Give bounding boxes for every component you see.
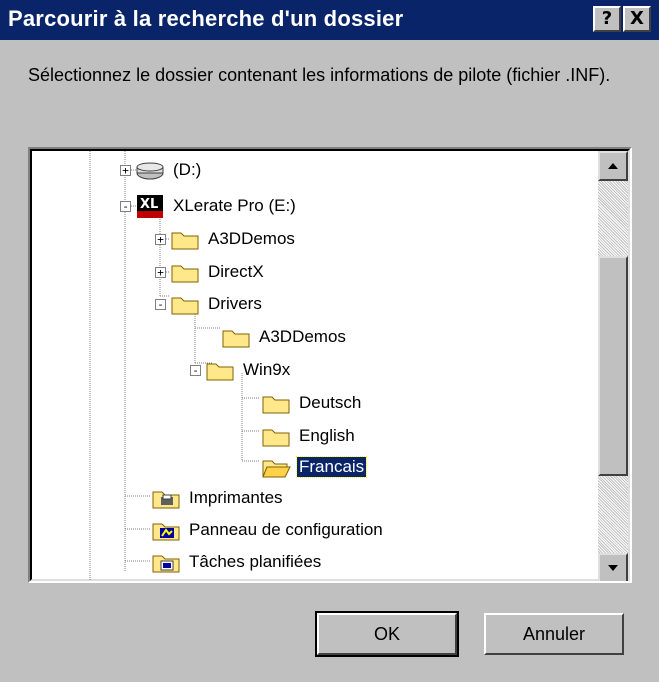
cancel-button[interactable]: Annuler [484, 613, 624, 655]
printers-folder-icon [151, 487, 181, 509]
tree-item[interactable]: Deutsch [261, 389, 363, 417]
scrollbar-thumb[interactable] [598, 256, 628, 476]
collapse-toggle[interactable]: - [155, 298, 166, 310]
arrow-down-icon [608, 565, 618, 571]
tree-item-label: (D:) [173, 160, 202, 179]
folder-icon [205, 359, 235, 381]
folder-icon [170, 261, 200, 283]
folder-icon [170, 228, 200, 250]
ok-button[interactable]: OK [315, 611, 459, 657]
tree-item-label: Tâches planifiées [189, 552, 322, 571]
tree-item[interactable]: - Drivers [155, 290, 264, 318]
folder-tree-viewport: + (D:) - XL XLerate Pro (E:) + A3DDemos … [30, 149, 630, 581]
tree-item[interactable]: + (D:) [120, 156, 203, 184]
tree-item-label: DirectX [208, 262, 264, 281]
tree-item-label: Francais [295, 456, 368, 478]
folder-icon [221, 326, 251, 348]
tree-item[interactable]: + DirectX [155, 258, 266, 286]
window-title: Parcourir à la recherche d'un dossier [8, 6, 404, 31]
instruction-text: Sélectionnez le dossier contenant les in… [28, 65, 611, 85]
tree-item-label: Panneau de configuration [189, 520, 383, 539]
tree-item-label: Imprimantes [189, 488, 283, 507]
tree-item[interactable]: Tâches planifiées [151, 548, 323, 576]
collapse-toggle[interactable]: - [190, 364, 201, 376]
control-panel-icon [151, 519, 181, 541]
folder-icon [170, 293, 200, 315]
svg-text:XL: XL [140, 197, 158, 212]
expand-toggle[interactable]: + [120, 164, 131, 176]
tree-item[interactable]: + A3DDemos [155, 225, 297, 253]
folder-icon [261, 392, 291, 414]
tree-item-label: A3DDemos [259, 327, 346, 346]
tree-item[interactable]: Imprimantes [151, 484, 285, 512]
tree-item-label: A3DDemos [208, 229, 295, 248]
vertical-scrollbar[interactable] [598, 151, 628, 581]
tree-item[interactable]: Panneau de configuration [151, 516, 385, 544]
expand-toggle[interactable]: + [155, 233, 166, 245]
scroll-down-button[interactable] [598, 553, 628, 581]
help-button[interactable]: ? [593, 6, 621, 32]
cdrom-logo-icon: XL [135, 195, 165, 218]
tree-item[interactable]: A3DDemos [221, 323, 348, 351]
expand-toggle[interactable]: + [155, 266, 166, 278]
collapse-toggle[interactable]: - [120, 200, 131, 212]
scroll-up-button[interactable] [598, 151, 628, 181]
tree-item-label: English [299, 426, 355, 445]
close-button[interactable]: X [623, 6, 651, 32]
tree-item-label: Drivers [208, 294, 262, 313]
tree-item[interactable]: English [261, 422, 357, 450]
tree-item[interactable]: - Win9x [190, 356, 292, 384]
tree-item-selected[interactable]: Francais [261, 453, 368, 481]
folder-tree[interactable]: + (D:) - XL XLerate Pro (E:) + A3DDemos … [28, 147, 632, 583]
arrow-up-icon [608, 163, 618, 169]
tree-item-label: XLerate Pro (E:) [173, 196, 296, 215]
scheduled-tasks-icon [151, 551, 181, 573]
tree-item-label: Deutsch [299, 393, 362, 412]
tree-item-label: Win9x [243, 360, 291, 379]
drive-icon [135, 159, 165, 181]
folder-icon [261, 425, 291, 447]
folder-open-icon [261, 456, 291, 478]
tree-item[interactable]: - XL XLerate Pro (E:) [120, 192, 298, 220]
browse-folder-dialog: Parcourir à la recherche d'un dossier ? … [0, 0, 659, 682]
title-bar[interactable]: Parcourir à la recherche d'un dossier ? … [0, 0, 659, 40]
